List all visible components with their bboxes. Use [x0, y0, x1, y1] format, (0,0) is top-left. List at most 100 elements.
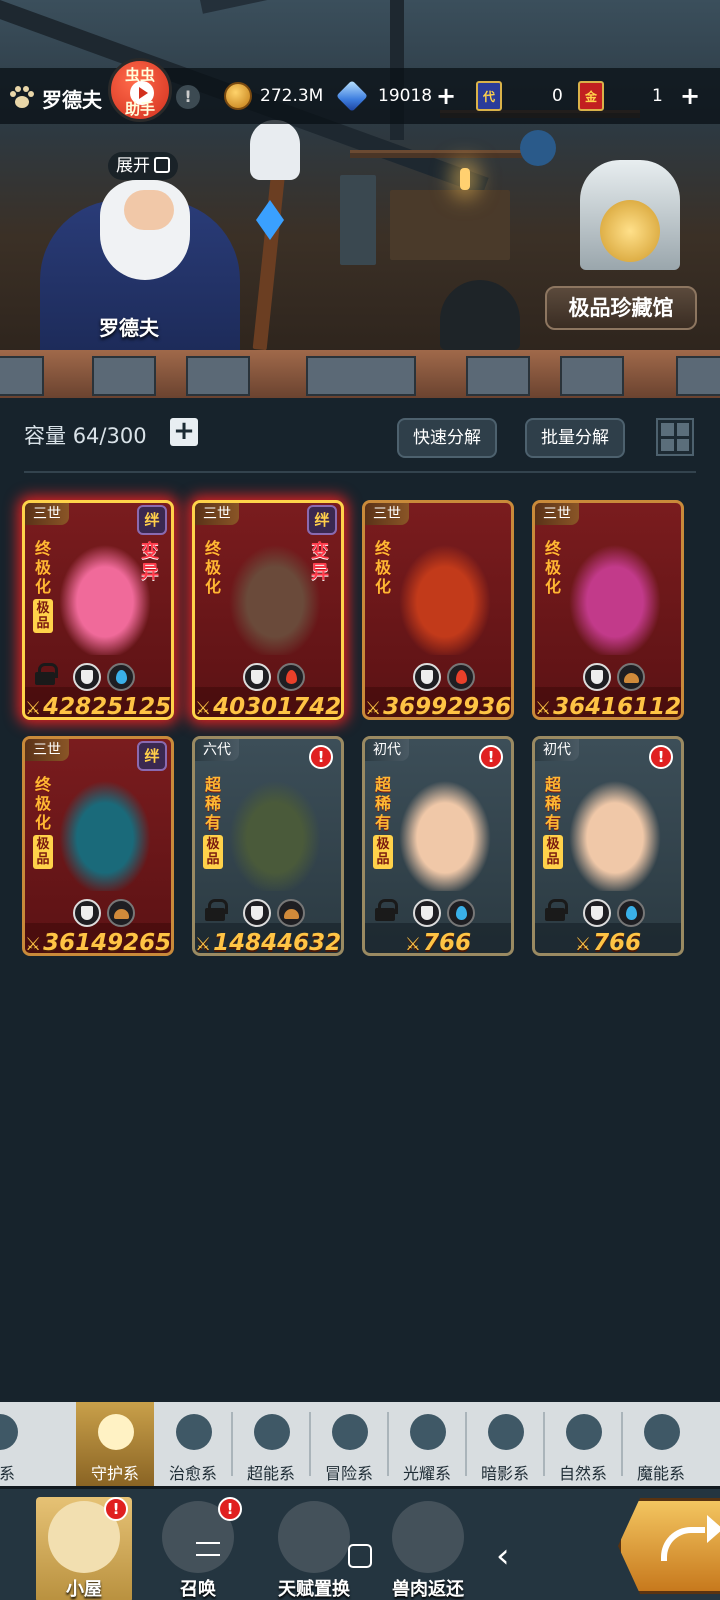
gold-value: 272.3M — [260, 86, 324, 106]
power-icon: ⚔ — [195, 698, 212, 719]
ticket-a-counter: 代 0 — [476, 80, 563, 112]
nav-label: 召唤 — [180, 1579, 216, 1600]
arrow-icon — [661, 1515, 720, 1561]
warning-icon: ! — [309, 745, 333, 769]
rarity-label: 超稀有 — [375, 775, 392, 832]
pet-card[interactable]: 六代! 超稀有 极品 ⚔14844632 — [192, 736, 344, 956]
rarity-label: 终极化 — [545, 539, 562, 596]
category-tab-label: 冒险系 — [324, 1464, 373, 1483]
owl — [250, 120, 300, 180]
grid-view-button[interactable] — [656, 418, 694, 456]
earth-element-icon — [277, 899, 305, 927]
floor-tile — [0, 356, 44, 396]
category-tab[interactable]: 治愈系 — [154, 1402, 232, 1486]
add-ticket-button[interactable]: + — [678, 84, 702, 109]
nav-item[interactable]: 小屋! — [36, 1497, 132, 1600]
generation-tag: 三世 — [25, 503, 69, 525]
lock-icon[interactable] — [205, 899, 228, 921]
category-tab[interactable]: 光耀系 — [388, 1402, 466, 1486]
player-name[interactable]: 罗德夫 — [42, 84, 102, 113]
tab-separator — [387, 1412, 389, 1476]
add-diamond-button[interactable]: + — [434, 84, 458, 109]
crescent-icon — [488, 1414, 524, 1450]
earth-element-icon — [107, 899, 135, 927]
rarity-label: 终极化 — [205, 539, 222, 596]
shield-icon — [243, 663, 271, 691]
chair — [440, 280, 520, 350]
grade-tag: 极品 — [33, 599, 53, 633]
category-tab-bar: 斗系 守护系 治愈系 超能系 冒险系 光耀系 暗影系 自然系 魔能系 — [0, 1402, 720, 1486]
generation-tag: 三世 — [535, 503, 579, 525]
generation-tag: 初代 — [365, 739, 409, 761]
pet-card[interactable]: 三世 终极化 ⚔36992936 — [362, 500, 514, 720]
power-value: 766 — [423, 930, 472, 956]
category-tab[interactable]: 守护系 — [76, 1402, 154, 1486]
category-tab-label: 超能系 — [246, 1464, 295, 1483]
rarity-label: 终极化 — [35, 775, 52, 832]
pet-card[interactable]: 初代! 超稀有 极品 ⚔766 — [532, 736, 684, 956]
museum-button[interactable]: 极品珍藏馆 — [545, 286, 697, 330]
generation-tag: 六代 — [195, 739, 239, 761]
power-value-row: ⚔36992936 — [365, 693, 511, 717]
power-value-row: ⚔40301742 — [195, 693, 341, 719]
shield-icon — [98, 1414, 134, 1450]
category-tab[interactable]: 超能系 — [232, 1402, 310, 1486]
power-icon: ⚔ — [25, 934, 42, 955]
system-menu-icon[interactable] — [196, 1542, 220, 1556]
quick-decompose-button[interactable]: 快速分解 — [397, 418, 497, 458]
category-tab[interactable]: 冒险系 — [310, 1402, 388, 1486]
category-tab[interactable]: 斗系 — [0, 1402, 38, 1486]
ticket-b-icon: 金 — [578, 81, 604, 111]
floor-tile — [676, 356, 720, 396]
power-value-row: ⚔42825125 — [25, 693, 171, 719]
pet-card[interactable]: 三世 绊终极化 极品 ⚔36149265 — [22, 736, 174, 956]
floor-tile — [92, 356, 156, 396]
notice-icon[interactable]: ! — [176, 85, 200, 109]
book-stack — [340, 175, 376, 265]
lock-icon[interactable] — [545, 899, 568, 921]
water-element-icon — [617, 899, 645, 927]
power-value: 14844632 — [213, 930, 342, 956]
floor-tile — [560, 356, 624, 396]
bond-badge: 绊 — [137, 505, 167, 535]
alien-icon — [254, 1414, 290, 1450]
pet-card[interactable]: 三世 终极化 ⚔36416112 — [532, 500, 684, 720]
nav-item[interactable]: 兽肉返还 — [380, 1497, 476, 1600]
power-icon: ⚔ — [25, 698, 42, 719]
power-value: 766 — [593, 930, 642, 956]
diamond-icon — [336, 80, 368, 112]
lock-icon[interactable] — [375, 899, 398, 921]
leaf-icon — [566, 1414, 602, 1450]
lock-icon[interactable] — [35, 663, 58, 685]
pet-card[interactable]: 三世 绊终极化 极品 变异 ⚔42825125 — [22, 500, 174, 720]
expand-button[interactable]: 展开 — [108, 152, 178, 180]
pet-card[interactable]: 三世 绊终极化 变异 ⚔40301742 — [192, 500, 344, 720]
pet-portrait — [53, 773, 157, 891]
capacity-label: 容量 — [24, 424, 66, 448]
category-tab[interactable]: 自然系 — [544, 1402, 622, 1486]
shield-icon — [413, 899, 441, 927]
system-home-icon[interactable] — [348, 1544, 372, 1568]
category-tab[interactable]: 魔能系 — [622, 1402, 700, 1486]
mutation-tag: 变异 — [311, 541, 329, 583]
category-tab-label: 治愈系 — [168, 1464, 217, 1483]
helper-assistant-button[interactable]: 虫虫 助手 — [108, 58, 172, 122]
pet-card[interactable]: 初代! 超稀有 极品 ⚔766 — [362, 736, 514, 956]
category-tab-label: 斗系 — [0, 1464, 15, 1483]
bottom-nav: 小屋! 召唤! 天赋置换 兽肉返还 — [0, 1486, 720, 1600]
diamond-value: 19018 — [378, 86, 433, 106]
golden-pet-statue — [600, 200, 660, 262]
batch-decompose-button[interactable]: 批量分解 — [525, 418, 625, 458]
expand-capacity-button[interactable]: + — [170, 418, 198, 446]
roof-beam — [200, 0, 614, 14]
system-back-icon[interactable]: ‹ — [496, 1536, 510, 1576]
category-tab[interactable]: 暗影系 — [466, 1402, 544, 1486]
floor-tile — [186, 356, 250, 396]
category-tab-label: 光耀系 — [402, 1464, 451, 1483]
shield-icon — [243, 899, 271, 927]
water-element-icon — [107, 663, 135, 691]
power-value-row: ⚔766 — [535, 929, 681, 956]
category-tab-label: 守护系 — [90, 1464, 139, 1483]
helper-label-bottom: 助手 — [124, 100, 155, 118]
category-tab-label: 魔能系 — [636, 1464, 685, 1483]
